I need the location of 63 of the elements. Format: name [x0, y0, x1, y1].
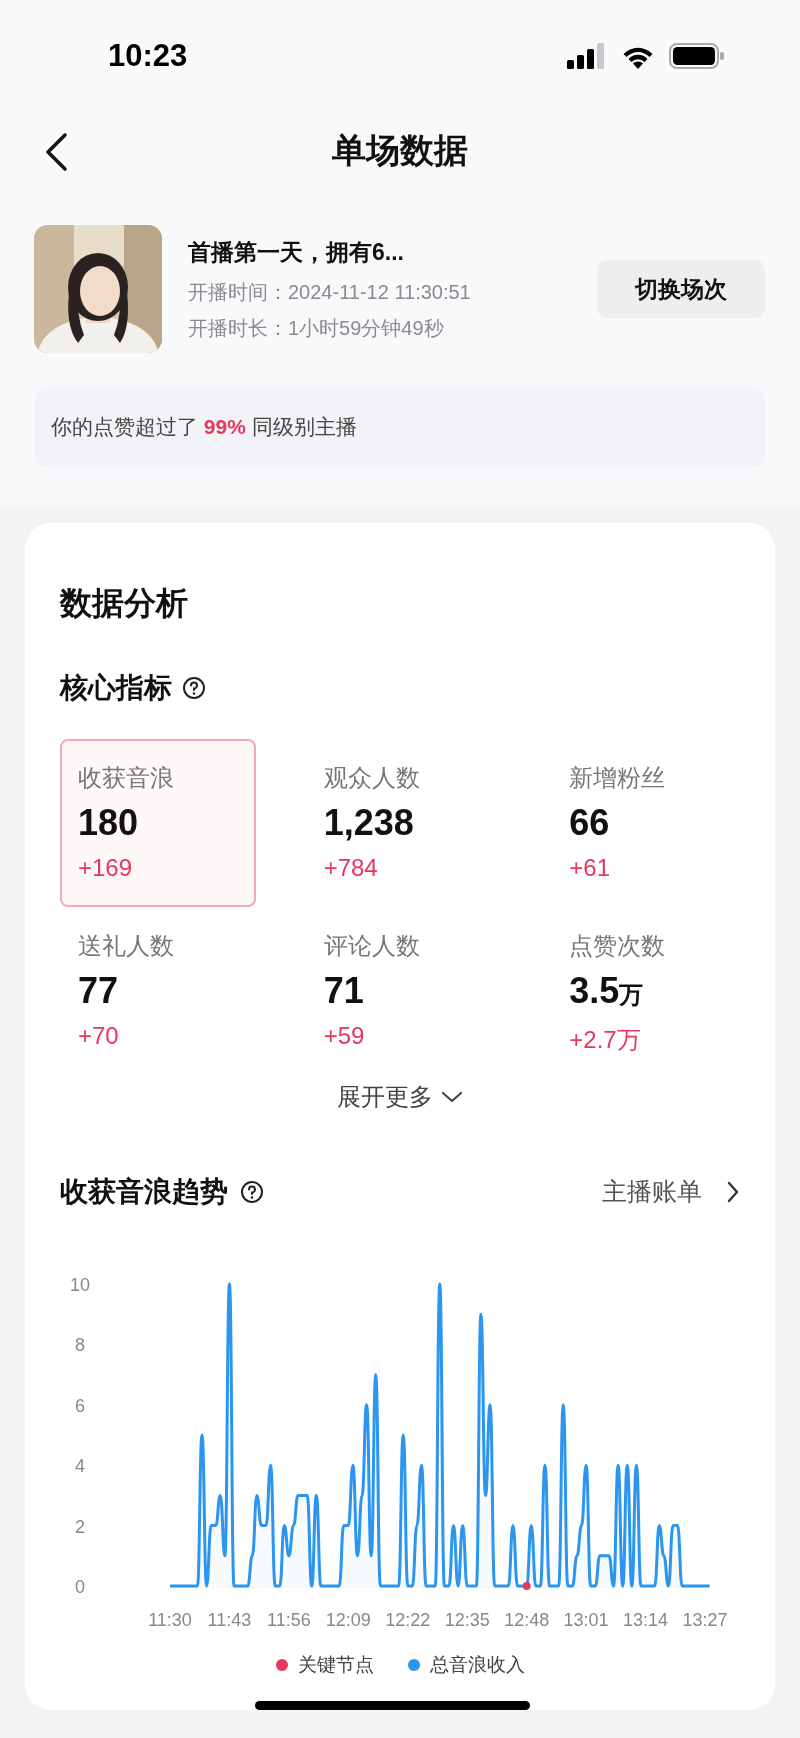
- metric-card[interactable]: 观众人数 1,238 +784: [305, 739, 502, 907]
- help-icon[interactable]: [182, 676, 206, 700]
- x-tick-label: 11:43: [207, 1610, 252, 1630]
- y-tick-label: 10: [70, 1275, 90, 1295]
- x-tick-label: 12:09: [325, 1610, 371, 1630]
- battery-icon: [669, 43, 725, 69]
- chevron-right-icon: [726, 1180, 740, 1204]
- session-title: 首播第一天，拥有6...: [188, 238, 405, 267]
- x-tick-label: 13:14: [623, 1610, 669, 1630]
- key-point-marker: [522, 1582, 531, 1590]
- metric-card[interactable]: 送礼人数 77 +70: [60, 907, 256, 1075]
- metric-label: 点赞次数: [569, 931, 667, 961]
- metric-unit: 万: [619, 981, 644, 1010]
- x-tick-label: 13:01: [563, 1610, 609, 1630]
- y-tick-label: 0: [75, 1577, 85, 1597]
- legend-label: 总音浪收入: [429, 1653, 525, 1677]
- metric-label: 观众人数: [323, 763, 421, 793]
- x-tick-label: 11:30: [148, 1610, 192, 1630]
- metric-card[interactable]: 点赞次数 3.5万 +2.7万: [551, 907, 748, 1075]
- metric-delta: +2.7万: [569, 1025, 642, 1055]
- x-tick-label: 12:48: [504, 1610, 550, 1630]
- metric-value: 66: [569, 803, 610, 843]
- metric-value: 180: [78, 803, 139, 843]
- status-time: 10:23: [108, 36, 188, 75]
- x-tick-label: 13:27: [682, 1610, 728, 1630]
- back-icon[interactable]: [44, 132, 68, 172]
- metric-card[interactable]: 新增粉丝 66 +61: [551, 739, 748, 907]
- metric-label: 送礼人数: [78, 931, 175, 961]
- metric-label: 新增粉丝: [569, 763, 667, 793]
- metric-value: 71: [323, 971, 364, 1011]
- x-tick-label: 11:56: [267, 1610, 311, 1630]
- metric-delta: +784: [323, 853, 379, 883]
- metric-delta: +169: [78, 853, 134, 883]
- metric-value: 77: [78, 971, 119, 1011]
- start-time-text: 开播时间：2024-11-12 11:30:51: [188, 280, 472, 305]
- x-tick-label: 12:35: [444, 1610, 490, 1630]
- trend-title: 收获音浪趋势: [60, 1175, 228, 1209]
- y-tick-label: 2: [75, 1516, 85, 1537]
- signal-icon: [567, 43, 607, 69]
- metric-delta: +59: [323, 1021, 366, 1051]
- y-tick-label: 8: [75, 1335, 85, 1356]
- core-metrics-title: 核心指标: [60, 671, 172, 705]
- page-title: 单场数据: [332, 129, 468, 171]
- metric-card[interactable]: 收获音浪 180 +169: [60, 739, 256, 907]
- likes-rank-text: 你的点赞超过了 99% 同级别主播: [51, 414, 357, 441]
- duration-text: 开播时长：1小时59分钟49秒: [188, 316, 445, 341]
- y-tick-label: 6: [75, 1395, 85, 1416]
- legend-label: 关键节点: [297, 1653, 374, 1677]
- metric-label: 评论人数: [323, 931, 421, 961]
- x-tick-label: 12:22: [385, 1610, 431, 1630]
- switch-session-button[interactable]: 切换场次: [597, 260, 765, 318]
- expand-more-button[interactable]: 展开更多: [337, 1079, 463, 1115]
- metric-label: 收获音浪: [78, 763, 175, 793]
- section-title: 数据分析: [60, 584, 189, 623]
- metric-delta: +61: [569, 853, 612, 883]
- metric-value: 1,238: [323, 803, 414, 843]
- y-tick-label: 4: [75, 1456, 85, 1477]
- metric-card[interactable]: 评论人数 71 +59: [305, 907, 502, 1075]
- chevron-down-icon: [441, 1090, 463, 1104]
- host-bill-link[interactable]: 主播账单: [602, 1173, 740, 1211]
- metric-delta: +70: [78, 1021, 120, 1051]
- metric-value: 3.5: [569, 971, 620, 1011]
- help-icon[interactable]: [240, 1180, 264, 1204]
